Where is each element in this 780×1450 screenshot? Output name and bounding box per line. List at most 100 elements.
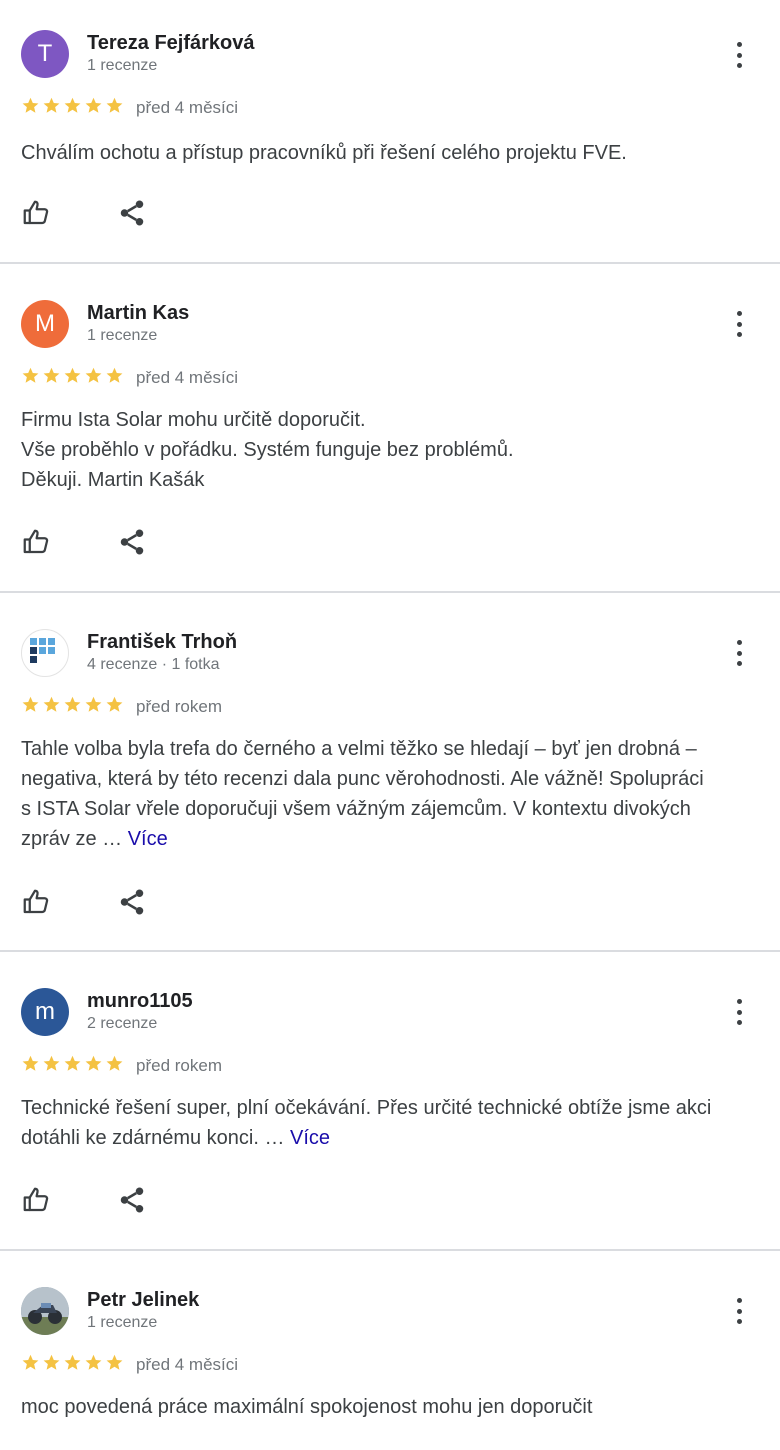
share-icon[interactable] bbox=[117, 887, 147, 917]
rating-row: před 4 měsíci bbox=[21, 1353, 238, 1377]
review-text-line: Firmu Ista Solar mohu určitě doporučit. bbox=[21, 409, 366, 431]
review-card: m munro1105 2 recenze před rokem Technic… bbox=[0, 952, 780, 1251]
reviewer-name[interactable]: František Trhoň bbox=[87, 631, 237, 654]
review-text-line: moc povedená práce maximální spokojenost… bbox=[21, 1396, 593, 1418]
avatar-letter: m bbox=[35, 998, 55, 1025]
star-icon bbox=[21, 695, 40, 719]
review-card: T Tereza Fejfárková 1 recenze před 4 měs… bbox=[0, 0, 780, 264]
thumbs-up-icon[interactable] bbox=[21, 887, 51, 917]
more-vert-icon[interactable] bbox=[724, 995, 754, 1029]
review-date: před rokem bbox=[136, 697, 222, 716]
more-vert-icon[interactable] bbox=[724, 636, 754, 670]
star-icon bbox=[105, 1054, 124, 1078]
star-icon bbox=[84, 1054, 103, 1078]
review-actions bbox=[21, 1185, 147, 1215]
star-icon bbox=[42, 1054, 61, 1078]
review-text: Technické řešení super, plní očekávání. … bbox=[21, 1093, 750, 1153]
share-icon[interactable] bbox=[117, 1185, 147, 1215]
star-icon bbox=[105, 695, 124, 719]
thumbs-up-icon[interactable] bbox=[21, 1185, 51, 1215]
review-card: Petr Jelinek 1 recenze před 4 měsíci moc… bbox=[0, 1251, 780, 1450]
review-text-line: Tahle volba byla trefa do černého a velm… bbox=[21, 738, 697, 760]
star-icon bbox=[42, 695, 61, 719]
more-link[interactable]: Více bbox=[290, 1127, 330, 1149]
review-date: před 4 měsíci bbox=[136, 1355, 239, 1374]
avatar-letter: T bbox=[37, 40, 53, 67]
thumbs-up-icon[interactable] bbox=[21, 527, 51, 557]
star-icon bbox=[105, 366, 124, 390]
reviewer-meta: 1 recenze bbox=[87, 327, 158, 344]
star-icon bbox=[84, 695, 103, 719]
review-text-tail: dotáhli ke zdárnému konci. … bbox=[21, 1127, 285, 1149]
thumbs-up-icon[interactable] bbox=[21, 198, 51, 228]
star-icon bbox=[21, 96, 40, 120]
share-icon[interactable] bbox=[117, 527, 147, 557]
photo-avatar-icon bbox=[21, 1287, 69, 1335]
review-text-tail: zpráv ze … bbox=[21, 828, 123, 850]
company-logo-icon bbox=[30, 638, 55, 663]
star-rating bbox=[21, 366, 124, 390]
avatar[interactable] bbox=[21, 629, 69, 677]
review-date: před 4 měsíci bbox=[136, 98, 239, 117]
avatar[interactable]: m bbox=[21, 988, 69, 1036]
review-text: Chválím ochotu a přístup pracovníků při … bbox=[21, 138, 750, 168]
rating-row: před 4 měsíci bbox=[21, 366, 238, 390]
rating-row: před rokem bbox=[21, 695, 222, 719]
star-icon bbox=[105, 1353, 124, 1377]
star-rating bbox=[21, 1054, 124, 1078]
review-text: Firmu Ista Solar mohu určitě doporučit. … bbox=[21, 405, 750, 495]
more-vert-icon[interactable] bbox=[724, 38, 754, 72]
review-text-line: Chválím ochotu a přístup pracovníků při … bbox=[21, 142, 627, 164]
avatar-letter: M bbox=[35, 310, 55, 337]
review-text-line: negativa, která by této recenzi dala pun… bbox=[21, 768, 704, 790]
review-actions bbox=[21, 887, 147, 917]
review-text-line: zpráv ze … Více bbox=[21, 824, 750, 854]
star-icon bbox=[63, 1353, 82, 1377]
reviewer-meta: 1 recenze bbox=[87, 57, 158, 74]
review-card: M Martin Kas 1 recenze před 4 měsíci Fir… bbox=[0, 264, 780, 593]
review-text-line: Vše proběhlo v pořádku. Systém funguje b… bbox=[21, 439, 514, 461]
more-vert-icon[interactable] bbox=[724, 1294, 754, 1328]
review-text: moc povedená práce maximální spokojenost… bbox=[21, 1392, 750, 1422]
review-text-line: dotáhli ke zdárnému konci. … Více bbox=[21, 1123, 750, 1153]
more-link[interactable]: Více bbox=[128, 828, 168, 850]
reviewer-name[interactable]: Tereza Fejfárková bbox=[87, 32, 255, 55]
reviewer-meta: 4 recenze · 1 fotka bbox=[87, 656, 220, 673]
star-icon bbox=[21, 366, 40, 390]
reviewer-name[interactable]: Martin Kas bbox=[87, 302, 189, 325]
reviewer-meta: 1 recenze bbox=[87, 1314, 158, 1331]
avatar[interactable]: T bbox=[21, 30, 69, 78]
rating-row: před 4 měsíci bbox=[21, 96, 238, 120]
review-actions bbox=[21, 198, 147, 228]
star-icon bbox=[84, 1353, 103, 1377]
star-icon bbox=[63, 96, 82, 120]
review-text-line: Děkuji. Martin Kašák bbox=[21, 469, 205, 491]
star-icon bbox=[63, 1054, 82, 1078]
star-rating bbox=[21, 695, 124, 719]
review-actions bbox=[21, 527, 147, 557]
review-text-line: s ISTA Solar vřele doporučuji všem vážný… bbox=[21, 798, 691, 820]
reviewer-meta: 2 recenze bbox=[87, 1015, 158, 1032]
review-text: Tahle volba byla trefa do černého a velm… bbox=[21, 734, 750, 854]
share-icon[interactable] bbox=[117, 198, 147, 228]
avatar[interactable] bbox=[21, 1287, 69, 1335]
reviewer-name[interactable]: munro1105 bbox=[87, 990, 193, 1013]
star-rating bbox=[21, 1353, 124, 1377]
star-icon bbox=[42, 1353, 61, 1377]
review-card: František Trhoň 4 recenze · 1 fotka před… bbox=[0, 593, 780, 952]
star-icon bbox=[42, 96, 61, 120]
review-text-line: Technické řešení super, plní očekávání. … bbox=[21, 1097, 712, 1119]
review-date: před rokem bbox=[136, 1056, 222, 1075]
reviewer-name[interactable]: Petr Jelinek bbox=[87, 1289, 199, 1312]
review-date: před 4 měsíci bbox=[136, 368, 239, 387]
star-icon bbox=[63, 366, 82, 390]
star-icon bbox=[84, 96, 103, 120]
star-rating bbox=[21, 96, 124, 120]
avatar[interactable]: M bbox=[21, 300, 69, 348]
rating-row: před rokem bbox=[21, 1054, 222, 1078]
more-vert-icon[interactable] bbox=[724, 307, 754, 341]
star-icon bbox=[63, 695, 82, 719]
star-icon bbox=[21, 1054, 40, 1078]
star-icon bbox=[84, 366, 103, 390]
star-icon bbox=[105, 96, 124, 120]
